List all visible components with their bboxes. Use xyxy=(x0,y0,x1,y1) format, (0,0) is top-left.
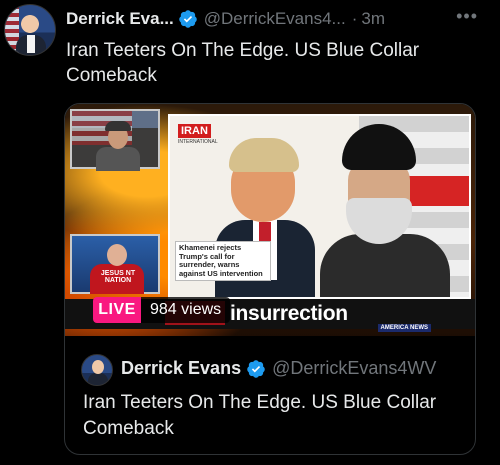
news-caption: Khamenei rejects Trump's call for surren… xyxy=(175,241,271,281)
verified-badge-icon xyxy=(247,359,265,378)
author-avatar[interactable] xyxy=(4,4,56,56)
network-tag: AMERICA NEWS xyxy=(377,324,431,332)
quoted-author-avatar[interactable] xyxy=(81,354,113,386)
live-badge: LIVE xyxy=(93,297,141,323)
post-text: Iran Teeters On The Edge. US Blue Collar… xyxy=(66,40,420,86)
video-thumbnail[interactable]: JESUS NT NATION IRAN INTERNATIONAL Khame… xyxy=(65,104,475,336)
quoted-author-handle[interactable]: @DerrickEvans4WV xyxy=(272,358,436,379)
post-timestamp[interactable]: 3m xyxy=(361,9,385,29)
author-name[interactable]: Derrick Eva... xyxy=(66,9,174,29)
quoted-header: Derrick Evans @DerrickEvans4WV xyxy=(121,358,436,379)
host-camera-1 xyxy=(70,109,160,171)
quoted-post-text: Iran Teeters On The Edge. US Blue Collar… xyxy=(83,392,437,439)
host-camera-2: JESUS NT NATION xyxy=(70,234,160,294)
quoted-author-name[interactable]: Derrick Evans xyxy=(121,358,241,379)
more-options-icon[interactable]: ••• xyxy=(456,6,478,27)
quoted-post-card[interactable]: JESUS NT NATION IRAN INTERNATIONAL Khame… xyxy=(64,103,476,455)
shirt-text: JESUS NT NATION xyxy=(100,270,136,284)
post-header: Derrick Eva... @DerrickEvans4... · 3m xyxy=(66,8,385,30)
view-count: 984 views xyxy=(141,297,231,323)
channel-logo: IRAN INTERNATIONAL xyxy=(178,124,218,145)
verified-badge-icon xyxy=(178,10,197,28)
author-handle[interactable]: @DerrickEvans4... xyxy=(204,9,346,29)
portrait-right xyxy=(320,124,450,297)
separator-dot: · xyxy=(351,9,358,28)
ticker-text: insurrection xyxy=(230,302,348,325)
